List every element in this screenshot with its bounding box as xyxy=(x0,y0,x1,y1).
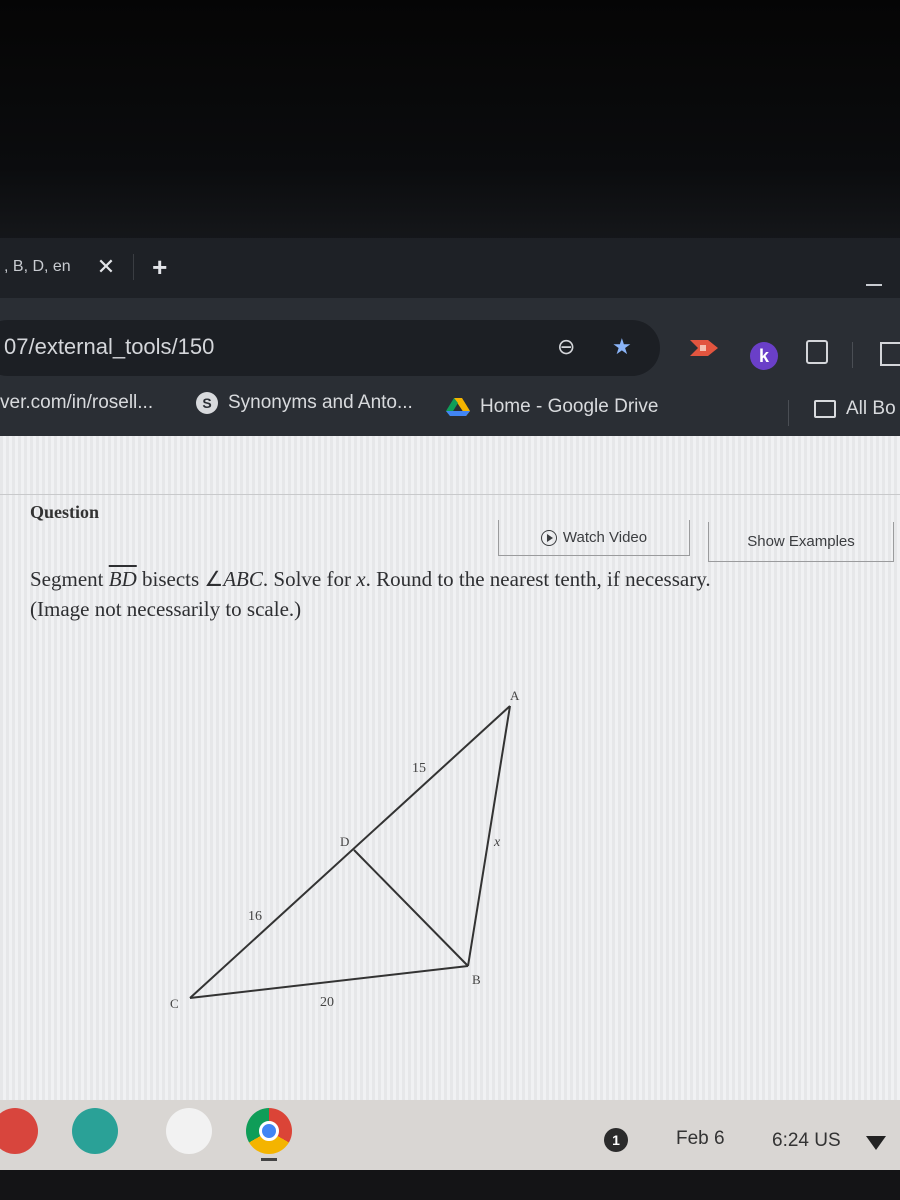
question-heading: Question xyxy=(30,502,100,522)
screen-bezel-bottom xyxy=(0,1170,900,1200)
angle-abc: ABC xyxy=(223,567,263,591)
problem-statement: Segment BD bisects ∠ABC. Solve for x. Ro… xyxy=(30,564,890,624)
puzzle-icon[interactable] xyxy=(806,340,828,364)
segment-cb xyxy=(189,965,469,999)
chrome-center xyxy=(259,1121,279,1141)
scale-note: (Image not necessarily to scale.) xyxy=(30,597,302,621)
folder-icon xyxy=(814,400,836,418)
problem-text: bisects ∠ xyxy=(136,567,224,591)
header-divider xyxy=(0,494,900,495)
bookmark-google-drive[interactable]: Home - Google Drive xyxy=(446,396,658,418)
tab-title: , B, D, en xyxy=(4,258,71,275)
length-ab-label: x xyxy=(493,835,501,850)
chromeos-shelf: 1 Feb 6 6:24 US xyxy=(0,1100,900,1170)
screen-bezel xyxy=(0,0,900,240)
classroom-app-icon[interactable] xyxy=(72,1108,118,1154)
url-text[interactable]: 07/external_tools/150 xyxy=(4,334,214,360)
vertex-a-label: A xyxy=(510,688,520,703)
length-cb-label: 20 xyxy=(320,995,334,1010)
vertex-c-label: C xyxy=(170,996,179,1011)
show-examples-label: Show Examples xyxy=(747,533,855,550)
length-ad-label: 15 xyxy=(412,761,426,776)
date-display[interactable]: Feb 6 xyxy=(676,1128,725,1150)
notification-badge[interactable]: 1 xyxy=(604,1128,628,1152)
question-page: Question Watch Video Show Examples Segme… xyxy=(0,436,900,1100)
bookmark-synonyms[interactable]: S Synonyms and Anto... xyxy=(196,392,413,414)
watch-video-label: Watch Video xyxy=(562,529,648,546)
tab-strip: , B, D, en ✕ + xyxy=(0,238,900,298)
bookmarks-separator xyxy=(788,400,789,426)
segment-ca xyxy=(189,705,511,999)
new-tab-icon[interactable]: + xyxy=(152,252,167,283)
variable-x: x xyxy=(356,567,366,591)
minimize-window-icon[interactable] xyxy=(866,284,882,286)
watch-video-button[interactable]: Watch Video xyxy=(498,520,690,556)
bookmark-label: Home - Google Drive xyxy=(480,396,659,417)
segment-bd xyxy=(353,849,469,967)
bookmark-linkedin[interactable]: ver.com/in/rosell... xyxy=(0,392,153,414)
problem-text: . Solve for xyxy=(262,567,357,591)
wifi-icon[interactable] xyxy=(866,1136,886,1150)
vertex-b-label: B xyxy=(472,972,481,987)
pearson-app-icon[interactable] xyxy=(166,1108,212,1154)
kami-k-icon[interactable]: k xyxy=(750,342,778,370)
browser-tab[interactable]: , B, D, en ✕ + xyxy=(0,244,167,290)
segment-ab xyxy=(467,705,511,967)
toolbar-separator xyxy=(852,342,853,368)
length-dc-label: 16 xyxy=(248,909,262,924)
side-panel-icon[interactable] xyxy=(880,342,900,366)
play-icon xyxy=(540,529,557,546)
problem-text: . Round to the nearest tenth, if necessa… xyxy=(365,567,711,591)
chrome-icon[interactable] xyxy=(246,1108,292,1154)
close-tab-icon[interactable]: ✕ xyxy=(97,254,115,280)
bookmark-label: ver.com/in/rosell... xyxy=(0,392,154,413)
segment-bd: BD xyxy=(108,567,137,591)
zoom-out-icon[interactable]: ⊖ xyxy=(557,334,575,360)
time-display[interactable]: 6:24 US xyxy=(772,1130,841,1152)
vertex-d-label: D xyxy=(340,834,349,849)
triangle-figure: A B C D 15 16 20 x xyxy=(170,688,520,1011)
bookmarks-bar: ver.com/in/rosell... S Synonyms and Anto… xyxy=(0,380,900,436)
all-bookmarks-button[interactable]: All Bo xyxy=(814,398,896,420)
running-indicator xyxy=(261,1158,277,1161)
screen-recorder-icon[interactable] xyxy=(688,338,720,358)
tab-separator xyxy=(133,254,135,280)
paint-app-icon[interactable] xyxy=(0,1108,38,1154)
address-bar[interactable]: 07/external_tools/150 ⊖ ★ xyxy=(0,320,660,376)
bookmark-label: Synonyms and Anto... xyxy=(228,392,413,413)
all-bookmarks-label: All Bo xyxy=(846,398,896,419)
globe-icon: S xyxy=(196,392,218,414)
google-drive-icon xyxy=(446,398,470,416)
problem-text: Segment xyxy=(30,567,109,591)
bookmark-star-icon[interactable]: ★ xyxy=(612,334,632,360)
browser-toolbar: 07/external_tools/150 ⊖ ★ k xyxy=(0,298,900,380)
show-examples-button[interactable]: Show Examples xyxy=(708,522,894,562)
